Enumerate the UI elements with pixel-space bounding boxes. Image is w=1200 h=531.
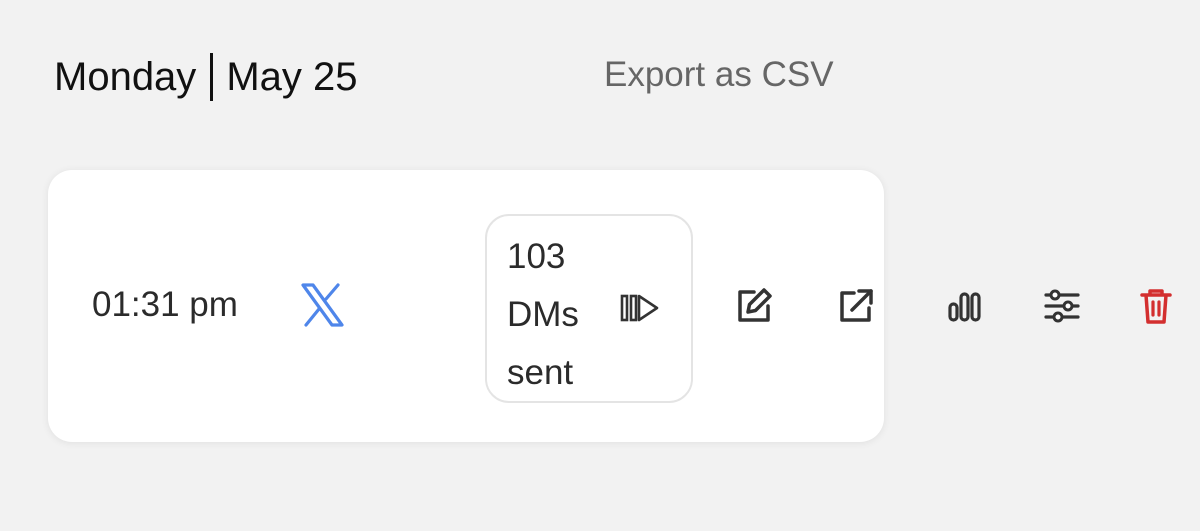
dm-count-label-line-1: DMs [507, 295, 579, 334]
date-divider [210, 53, 214, 101]
day-label: Monday [54, 55, 197, 99]
play-icon[interactable] [619, 288, 661, 328]
external-link-icon[interactable] [834, 284, 878, 328]
dm-count-box: 103 DMs sent [485, 214, 693, 403]
stats-icon[interactable] [946, 284, 990, 328]
delete-icon[interactable] [1134, 284, 1178, 328]
x-logo-icon [301, 283, 344, 327]
date-heading: Monday May 25 [54, 52, 357, 102]
export-csv-link[interactable]: Export as CSV [604, 52, 834, 98]
entry-time: 01:31 pm [92, 285, 238, 324]
dm-count-text: 103 DMs sent [507, 228, 617, 402]
dm-count-value: 103 [507, 237, 566, 276]
date-label: May 25 [226, 55, 358, 99]
settings-icon[interactable] [1040, 284, 1084, 328]
edit-icon[interactable] [732, 284, 776, 328]
schedule-header: Monday May 25 Export as CSV [54, 48, 884, 108]
dm-count-label-line-2: sent [507, 353, 574, 392]
